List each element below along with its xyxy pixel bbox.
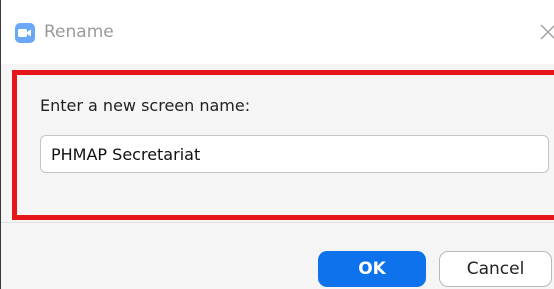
- screen-name-input[interactable]: [40, 135, 549, 173]
- rename-dialog: Rename Enter a new screen name: OK Cance…: [0, 0, 554, 289]
- screen-name-label: Enter a new screen name:: [40, 96, 251, 115]
- ok-button[interactable]: OK: [318, 251, 426, 287]
- zoom-camera-icon: [15, 23, 35, 43]
- close-icon[interactable]: [537, 18, 554, 46]
- title-bar: Rename: [1, 0, 554, 64]
- cancel-button[interactable]: Cancel: [439, 251, 552, 287]
- window-title: Rename: [44, 22, 114, 42]
